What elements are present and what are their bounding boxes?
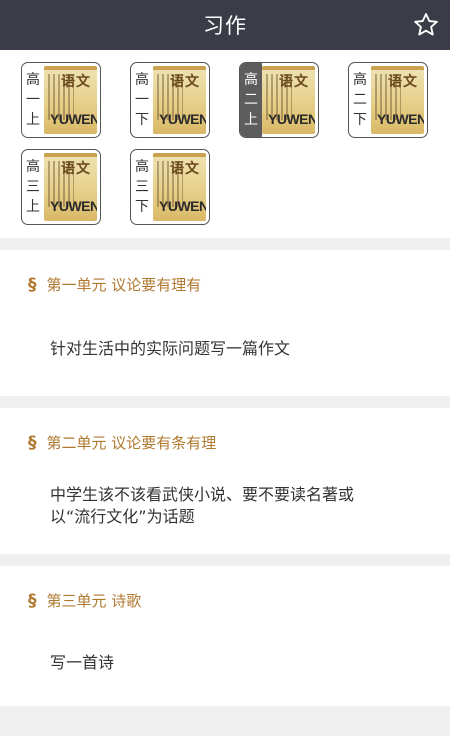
unit-description: 针对生活中的实际问题写一篇作文 bbox=[50, 339, 291, 358]
unit-description: 中学生该不该看武侠小说、要不要读名著或 以“流行文化”为话题 bbox=[50, 485, 355, 526]
page-title: 习作 bbox=[203, 14, 247, 38]
book-cover-image: 语文 YUWEN bbox=[44, 153, 97, 221]
book-g1-s2[interactable]: 高一下 语文 YUWEN bbox=[130, 62, 210, 138]
section-icon: § bbox=[28, 590, 37, 611]
list-item[interactable]: § 第一单元 议论要有理有 针对生活中的实际问题写一篇作文 bbox=[0, 250, 450, 396]
unit-description: 写一首诗 bbox=[50, 653, 115, 672]
book-cover-image: 语文 YUWEN bbox=[44, 66, 97, 134]
textbook-grid: 高一上 语文 YUWEN 高一下 语文 YUWEN 高二上 语文 YUWEN 高… bbox=[0, 50, 450, 238]
list-item[interactable]: § 第三单元 诗歌 写一首诗 bbox=[0, 566, 450, 706]
book-g3-s2[interactable]: 高三下 语文 YUWEN bbox=[130, 149, 210, 225]
book-label: 高二上 bbox=[240, 63, 262, 137]
list-item[interactable]: § 第二单元 议论要有条有理 中学生该不该看武侠小说、要不要读名著或 以“流行文… bbox=[0, 408, 450, 554]
book-cover-image: 语文 YUWEN bbox=[153, 66, 206, 134]
book-label: 高一上 bbox=[26, 72, 40, 128]
unit-title: § 第一单元 议论要有理有 bbox=[28, 274, 202, 295]
book-cover-image: 语文 YUWEN bbox=[262, 66, 315, 134]
unit-title: § 第二单元 议论要有条有理 bbox=[28, 432, 217, 453]
unit-list: § 第一单元 议论要有理有 针对生活中的实际问题写一篇作文 § 第二单元 议论要… bbox=[0, 238, 450, 706]
star-outline-icon[interactable] bbox=[412, 11, 440, 39]
section-icon: § bbox=[28, 274, 37, 295]
book-g2-s2[interactable]: 高二下 语文 YUWEN bbox=[348, 62, 428, 138]
section-icon: § bbox=[28, 432, 37, 453]
book-cover-image: 语文 YUWEN bbox=[153, 153, 206, 221]
book-label: 高一下 bbox=[135, 72, 149, 128]
book-label: 高三上 bbox=[26, 159, 40, 215]
book-g3-s1[interactable]: 高三上 语文 YUWEN bbox=[21, 149, 101, 225]
book-cover-image: 语文 YUWEN bbox=[371, 66, 424, 134]
app-header: 习作 bbox=[0, 0, 450, 50]
book-g2-s1[interactable]: 高二上 语文 YUWEN bbox=[239, 62, 319, 138]
book-g1-s1[interactable]: 高一上 语文 YUWEN bbox=[21, 62, 101, 138]
unit-title: § 第三单元 诗歌 bbox=[28, 590, 142, 611]
book-label: 高二下 bbox=[353, 72, 367, 128]
book-label: 高三下 bbox=[135, 159, 149, 215]
